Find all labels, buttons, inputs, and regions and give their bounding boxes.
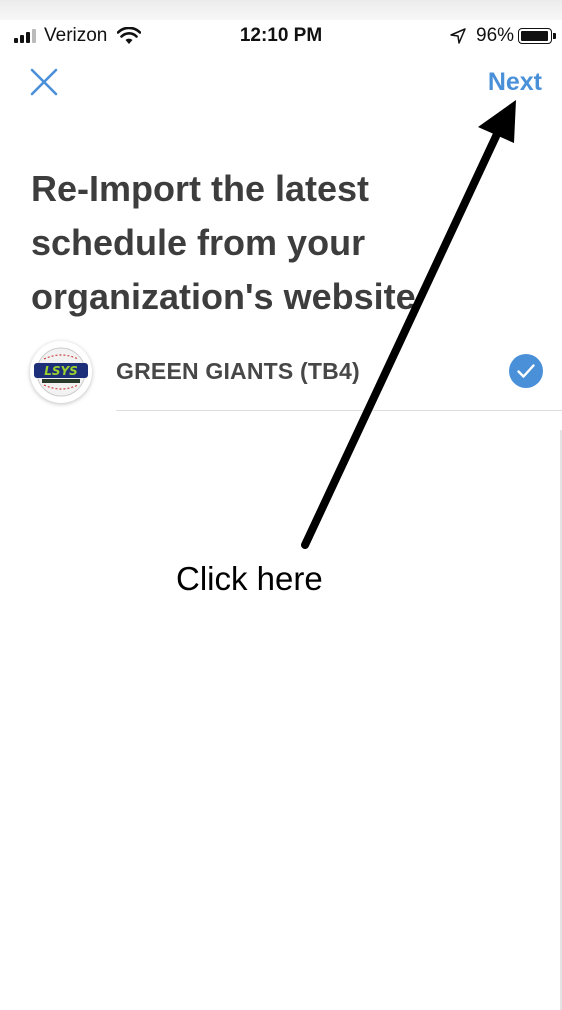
battery-fill	[521, 31, 548, 41]
battery-tip	[553, 33, 556, 39]
battery-percent: 96%	[476, 25, 515, 46]
close-icon[interactable]	[28, 66, 60, 98]
checkmark-icon[interactable]	[508, 353, 544, 389]
top-shade	[0, 0, 562, 20]
page-title: Re-Import the latest schedule from your …	[31, 168, 416, 317]
annotation-arrow	[301, 100, 516, 549]
location-icon	[450, 28, 466, 44]
row-divider	[116, 410, 562, 411]
battery-icon	[518, 28, 552, 44]
team-row[interactable]: LSYS GREEN GIANTS (TB4)	[0, 330, 562, 412]
logo-text: LSYS	[44, 364, 78, 378]
team-logo: LSYS	[30, 341, 92, 403]
next-button[interactable]: Next	[488, 68, 542, 97]
team-name: GREEN GIANTS (TB4)	[116, 358, 360, 384]
status-bar: Verizon 12:10 PM 96%	[0, 20, 562, 52]
click-here-label: Click here	[176, 560, 323, 597]
baseball-logo-icon: LSYS	[34, 347, 88, 397]
